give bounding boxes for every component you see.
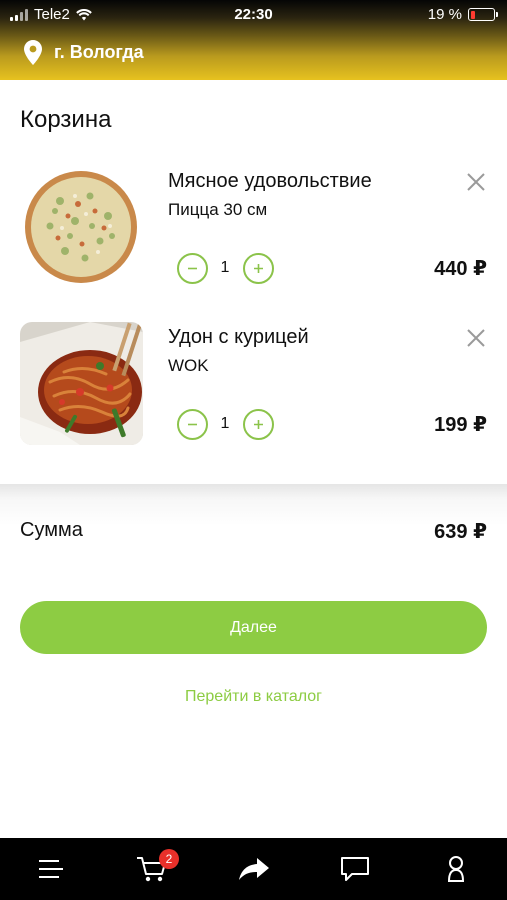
quantity-decrease-button[interactable]: [177, 253, 208, 284]
remove-item-button[interactable]: [464, 326, 488, 350]
page-title: Корзина: [20, 106, 112, 133]
quantity-decrease-button[interactable]: [177, 409, 208, 440]
quantity-increase-button[interactable]: [243, 253, 274, 284]
app-header: Tele2 22:30 19 % г. Вологда: [0, 0, 507, 80]
quantity-value: 1: [220, 415, 230, 432]
total-value: 639 ₽: [434, 521, 487, 543]
plus-icon: [254, 420, 263, 429]
total-label: Сумма: [20, 519, 83, 541]
item-price: 199 ₽: [434, 414, 487, 436]
battery-icon: [468, 8, 498, 21]
battery-level: [470, 10, 475, 19]
item-name: Удон с курицей: [168, 326, 309, 348]
close-icon: [467, 329, 485, 347]
menu-icon: [39, 860, 63, 878]
quantity-increase-button[interactable]: [243, 409, 274, 440]
profile-icon: [447, 856, 465, 882]
plus-icon: [254, 264, 263, 273]
minus-icon: [188, 423, 197, 426]
go-to-catalog-link[interactable]: Перейти в каталог: [0, 688, 507, 706]
next-button[interactable]: Далее: [20, 601, 487, 654]
pizza-image: [20, 166, 143, 289]
item-name: Мясное удовольствие: [168, 170, 372, 192]
close-icon: [467, 173, 485, 191]
cart-item: Удон с курицей WOK 1 199 ₽: [0, 316, 507, 456]
tab-bar: 2: [0, 838, 507, 900]
item-variant: Пицца 30 см: [168, 200, 268, 219]
status-bar: Tele2 22:30 19 %: [0, 0, 507, 30]
tab-share[interactable]: [224, 838, 284, 900]
location-selector[interactable]: г. Вологда: [24, 40, 144, 65]
tab-profile[interactable]: [426, 838, 486, 900]
remove-item-button[interactable]: [464, 170, 488, 194]
tab-menu[interactable]: [21, 838, 81, 900]
minus-icon: [188, 267, 197, 270]
status-right: 19 %: [427, 6, 498, 23]
cart-count-badge: 2: [159, 849, 179, 869]
quantity-value: 1: [220, 259, 230, 276]
battery-percent: 19 %: [427, 6, 462, 23]
tab-chat[interactable]: [325, 838, 385, 900]
udon-wok-image: [20, 322, 143, 445]
location-pin-icon: [24, 40, 42, 65]
chat-icon: [341, 857, 369, 881]
location-city: г. Вологда: [54, 42, 144, 62]
item-price: 440 ₽: [434, 258, 487, 280]
cart-item: Мясное удовольствие Пицца 30 см 1 440 ₽: [0, 160, 507, 300]
tab-cart[interactable]: 2: [122, 838, 182, 900]
item-variant: WOK: [168, 356, 209, 375]
share-icon: [239, 858, 269, 880]
